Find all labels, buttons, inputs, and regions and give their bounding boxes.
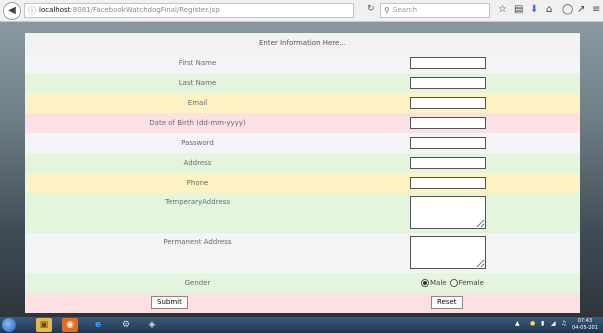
taskbar: ▣ ◉ e ⚙ ◈ ▲ ● ▮ ◢ ♫ 07:43 04-05-201 [0, 317, 603, 333]
battery-icon[interactable]: ▮ [541, 320, 544, 327]
last-name-label: Last Name [178, 79, 217, 87]
phone-label: Phone [186, 179, 209, 187]
address-input[interactable] [410, 157, 486, 169]
gender-row: Gender Male Female [25, 273, 580, 293]
info-icon[interactable]: ⓘ [28, 4, 36, 17]
dob-input[interactable] [410, 117, 486, 129]
firefox-icon[interactable]: ◉ [62, 318, 78, 332]
gender-male-radio[interactable] [421, 279, 429, 287]
reset-button[interactable]: Reset [431, 296, 463, 309]
downloads-icon[interactable]: ⬇ [530, 4, 538, 15]
browser-toolbar: ◀ ⓘ localhost:8081/FacebookWatchdogFinal… [0, 0, 603, 22]
last-name-input[interactable] [410, 77, 486, 89]
actions-row: Submit Reset [25, 293, 580, 313]
settings-icon[interactable]: ⚙ [118, 318, 134, 332]
file-explorer-icon[interactable]: ▣ [36, 318, 52, 332]
password-label: Password [181, 139, 214, 147]
clock-time: 07:43 [577, 318, 593, 324]
gender-female-label: Female [458, 279, 484, 287]
form-header-row: Enter Information Here... [25, 33, 580, 53]
permanent-address-label: Permanent Address [163, 238, 232, 246]
search-icon: ⚲ [384, 6, 390, 15]
app-icon[interactable]: ◈ [144, 318, 160, 332]
gender-options: Male Female [421, 279, 484, 287]
tray-arrow-icon[interactable]: ▲ [515, 320, 520, 327]
home-icon[interactable]: ⌂ [546, 4, 552, 15]
pocket-icon[interactable]: ◯ [562, 4, 573, 15]
form-header: Enter Information Here... [258, 39, 347, 47]
search-placeholder: Search [393, 6, 418, 14]
url-path: :8081/FacebookWatchdogFinal/Register.jsp [70, 6, 220, 14]
submit-button[interactable]: Submit [151, 296, 188, 309]
gender-male-label: Male [430, 279, 447, 287]
phone-input[interactable] [410, 177, 486, 189]
permanent-address-textarea[interactable] [410, 236, 486, 269]
password-input[interactable] [410, 137, 486, 149]
address-bar[interactable]: ⓘ localhost:8081/FacebookWatchdogFinal/R… [24, 3, 354, 18]
library-icon[interactable]: ▤ [514, 4, 523, 15]
temporary-address-label: TemperaryAddress [164, 198, 231, 206]
network-icon[interactable]: ◢ [551, 320, 556, 327]
first-name-input[interactable] [410, 57, 486, 69]
bookmark-star-icon[interactable]: ☆ [498, 4, 507, 15]
reload-icon[interactable]: ↻ [367, 4, 375, 14]
tray-app-icon[interactable]: ● [530, 320, 535, 327]
back-button[interactable]: ◀ [3, 1, 21, 20]
volume-icon[interactable]: ♫ [561, 320, 566, 327]
temporary-address-row: TemperaryAddress [25, 193, 580, 233]
gender-female-radio[interactable] [449, 279, 458, 287]
phone-row: Phone [25, 173, 580, 193]
clock[interactable]: 07:43 04-05-201 [572, 318, 598, 332]
dob-label: Date of Birth (dd-mm-yyyy) [149, 119, 246, 127]
extension-icon[interactable]: ↗ [577, 4, 585, 15]
address-label: Address [183, 159, 212, 167]
url-host: localhost [39, 6, 71, 14]
address-row: Address [25, 153, 580, 173]
password-row: Password [25, 133, 580, 153]
start-button[interactable] [2, 318, 16, 332]
email-input[interactable] [410, 97, 486, 109]
registration-form: Enter Information Here... First Name Las… [25, 33, 580, 313]
temporary-address-textarea[interactable] [410, 196, 486, 229]
email-row: Email [25, 93, 580, 113]
email-label: Email [187, 99, 208, 107]
menu-icon[interactable]: ≡ [592, 4, 600, 15]
gender-label: Gender [184, 279, 211, 287]
search-bar[interactable]: ⚲ Search [380, 3, 490, 18]
clock-date: 04-05-201 [572, 325, 598, 331]
last-name-row: Last Name [25, 73, 580, 93]
permanent-address-row: Permanent Address [25, 233, 580, 273]
internet-explorer-icon[interactable]: e [90, 318, 106, 332]
first-name-label: First Name [178, 59, 217, 67]
first-name-row: First Name [25, 53, 580, 73]
dob-row: Date of Birth (dd-mm-yyyy) [25, 113, 580, 133]
